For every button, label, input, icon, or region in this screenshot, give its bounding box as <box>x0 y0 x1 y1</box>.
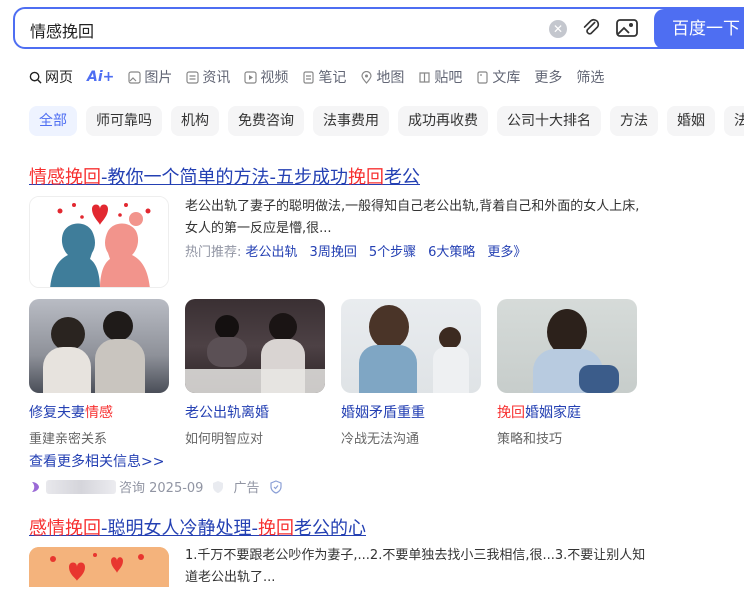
search-input[interactable]: 情感挽回 <box>30 18 94 42</box>
shield-icon[interactable] <box>269 479 283 494</box>
chip[interactable]: 法 <box>724 106 744 136</box>
video-icon <box>244 70 257 84</box>
chip[interactable]: 法事费用 <box>313 106 389 136</box>
chip[interactable]: 成功再收费 <box>398 106 488 136</box>
hot-link[interactable]: 5个步骤 <box>369 245 416 260</box>
tab-filter[interactable]: 筛选 <box>576 67 604 87</box>
tab-notes[interactable]: 笔记 <box>302 67 346 87</box>
chip[interactable]: 师可靠吗 <box>86 106 162 136</box>
result-thumbnail[interactable] <box>29 196 169 288</box>
hot-link[interactable]: 3周挽回 <box>310 245 357 260</box>
image-card[interactable]: 婚姻矛盾重重 冷战无法沟通 <box>341 299 481 447</box>
chip-all[interactable]: 全部 <box>29 106 77 136</box>
search-tabs: 网页 Ai+ 图片 资讯 视频 笔记 地图 贴吧 文库 更多 筛选 <box>29 66 618 88</box>
tab-news[interactable]: 资讯 <box>186 67 230 87</box>
image-card[interactable]: 修复夫妻情感 重建亲密关系 <box>29 299 169 447</box>
attachment-icon[interactable] <box>580 16 602 40</box>
verified-icon <box>213 480 224 493</box>
hot-link[interactable]: 6大策略 <box>428 245 475 260</box>
chip[interactable]: 公司十大排名 <box>497 106 601 136</box>
image-search-icon[interactable] <box>615 17 639 39</box>
note-icon <box>303 70 314 84</box>
tieba-icon <box>419 71 430 83</box>
ai-icon: Ai+ <box>87 69 115 85</box>
hot-links: 热门推荐: 老公出轨 3周挽回 5个步骤 6大策略 更多》 <box>185 245 527 260</box>
search-box[interactable]: 情感挽回 ✕ <box>13 7 744 49</box>
site-logo-icon <box>32 481 39 492</box>
hot-link[interactable]: 老公出轨 <box>246 245 298 260</box>
clear-icon[interactable]: ✕ <box>549 20 567 38</box>
tab-more[interactable]: 更多 <box>534 67 562 87</box>
card-image <box>341 299 481 393</box>
search-button[interactable]: 百度一下 <box>654 9 744 49</box>
image-icon <box>128 70 141 84</box>
hot-link-more[interactable]: 更多》 <box>487 245 526 260</box>
blurred-site-name <box>46 479 116 494</box>
doc-icon <box>477 70 488 84</box>
image-cards: 修复夫妻情感 重建亲密关系 老公出轨离婚 如何明智应对 婚姻矛盾重重 冷战无法沟… <box>29 299 653 447</box>
result-description: 老公出轨了妻子的聪明做法,一般得知自己老公出轨,背着自己和外面的女人上床,女人的… <box>185 199 640 236</box>
card-image <box>185 299 325 393</box>
result-title[interactable]: 情感挽回-教你一个简单的方法-五步成功挽回老公 <box>29 163 420 189</box>
tab-web[interactable]: 网页 <box>29 67 73 87</box>
ad-label[interactable]: 广告 <box>233 477 259 496</box>
tab-wenku[interactable]: 文库 <box>476 67 520 87</box>
result-source: 咨询 2025-09 广告 <box>29 477 283 496</box>
search-icon <box>29 71 42 84</box>
couple-hearts-image <box>29 547 169 587</box>
chip[interactable]: 机构 <box>171 106 219 136</box>
image-card[interactable]: 挽回婚姻家庭 策略和技巧 <box>497 299 637 447</box>
image-card[interactable]: 老公出轨离婚 如何明智应对 <box>185 299 325 447</box>
silhouette-couple-image <box>30 197 168 287</box>
result-thumbnail[interactable] <box>29 547 169 587</box>
more-info-link[interactable]: 查看更多相关信息>> <box>29 451 164 471</box>
chip[interactable]: 婚姻 <box>667 106 715 136</box>
card-image <box>29 299 169 393</box>
chip[interactable]: 免费咨询 <box>228 106 304 136</box>
tab-tieba[interactable]: 贴吧 <box>418 67 462 87</box>
tab-images[interactable]: 图片 <box>128 67 172 87</box>
chip[interactable]: 方法 <box>610 106 658 136</box>
result-description: 1.千万不要跟老公吵作为妻子,...2.不要单独去找小三我相信,很...3.不要… <box>185 548 646 585</box>
tab-map[interactable]: 地图 <box>360 67 404 87</box>
related-chips: 全部 师可靠吗 机构 免费咨询 法事费用 成功再收费 公司十大排名 方法 婚姻 … <box>29 106 744 136</box>
tab-video[interactable]: 视频 <box>244 67 288 87</box>
card-image <box>497 299 637 393</box>
map-icon <box>361 70 372 84</box>
result-title[interactable]: 感情挽回-聪明女人冷静处理-挽回老公的心 <box>29 514 366 540</box>
tab-ai[interactable]: Ai+ <box>87 69 114 85</box>
news-icon <box>186 70 199 84</box>
